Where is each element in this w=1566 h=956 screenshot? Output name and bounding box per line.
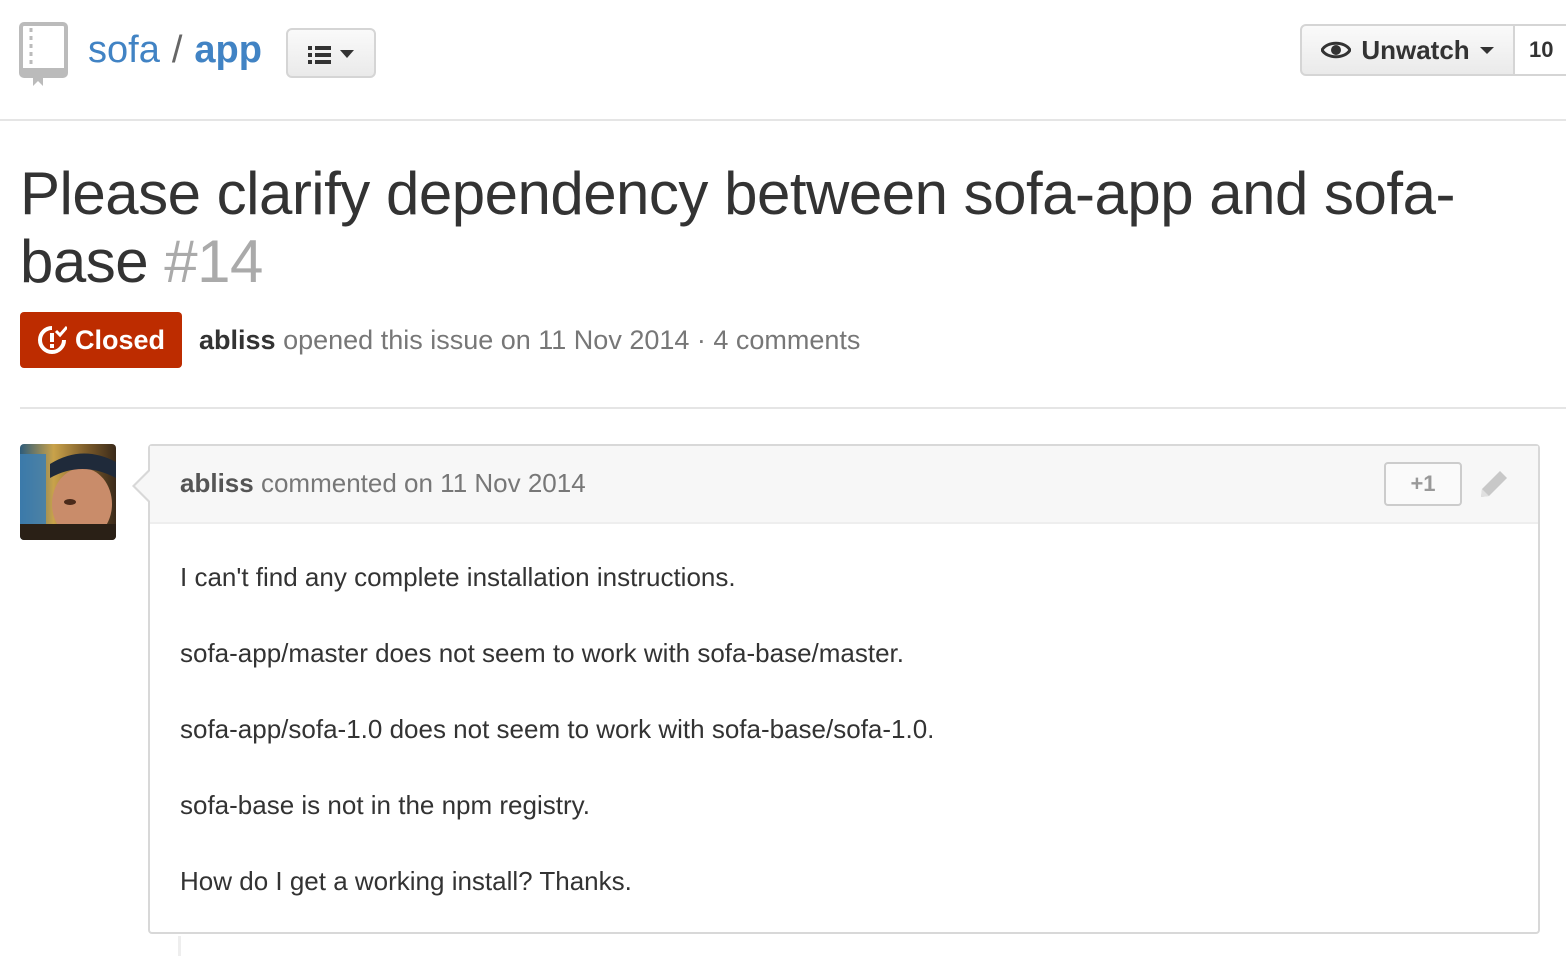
list-icon [308,46,354,64]
unwatch-button[interactable]: Unwatch [1300,24,1515,76]
issue-author-link[interactable]: abliss [199,325,276,355]
avatar[interactable] [20,444,116,540]
unwatch-label: Unwatch [1361,34,1470,65]
comment-header: abliss commented on 11 Nov 2014 +1 [150,446,1538,524]
status-badge: Closed [20,312,183,368]
comment-paragraph: I can't find any complete installation i… [180,562,736,592]
eye-icon [1321,41,1352,59]
comment-body: I can't find any complete installation i… [150,524,1538,898]
repo-header: sofa / app Unwatch 10 [0,0,1566,121]
divider [20,407,1566,409]
watch-group: Unwatch 10 [1300,24,1566,76]
avatar-photo [20,444,116,540]
pencil-icon[interactable] [1478,468,1510,500]
repo-menu-button[interactable] [286,28,376,78]
watch-count[interactable]: 10 [1515,24,1566,76]
issue-meta-text: abliss opened this issue on 11 Nov 2014 … [199,325,860,356]
issue-title: Please clarify dependency between sofa-a… [20,160,1540,296]
issue-number: #14 [164,228,263,295]
comment-box: abliss commented on 11 Nov 2014 +1 I can… [148,444,1540,934]
comment-timestamp[interactable]: commented on 11 Nov 2014 [261,468,586,498]
issue-meta: Closed abliss opened this issue on 11 No… [20,312,860,368]
comment-paragraph: sofa-base is not in the npm registry. [180,790,590,820]
issue-opened-text: opened this issue on 11 Nov 2014 · 4 com… [283,324,861,355]
comment-author-link[interactable]: abliss [180,468,254,498]
comment-paragraph: sofa-app/sofa-1.0 does not seem to work … [180,714,935,744]
status-label: Closed [75,324,166,355]
comment-paragraph: sofa-app/master does not seem to work wi… [180,638,905,668]
repo-title: sofa / app [88,26,262,74]
plus-one-button[interactable]: +1 [1384,462,1462,506]
comment-header-text: abliss commented on 11 Nov 2014 [180,468,586,499]
timeline-line [178,936,181,956]
comment-arrow-fill [135,470,151,502]
repo-book-icon [19,22,68,86]
issue-closed-icon [38,326,67,354]
repo-separator: / [171,29,183,71]
repo-name-link[interactable]: app [194,29,262,71]
repo-owner-link[interactable]: sofa [88,29,160,71]
comment-paragraph: How do I get a working install? Thanks. [180,866,632,896]
chevron-down-icon [1479,47,1494,54]
